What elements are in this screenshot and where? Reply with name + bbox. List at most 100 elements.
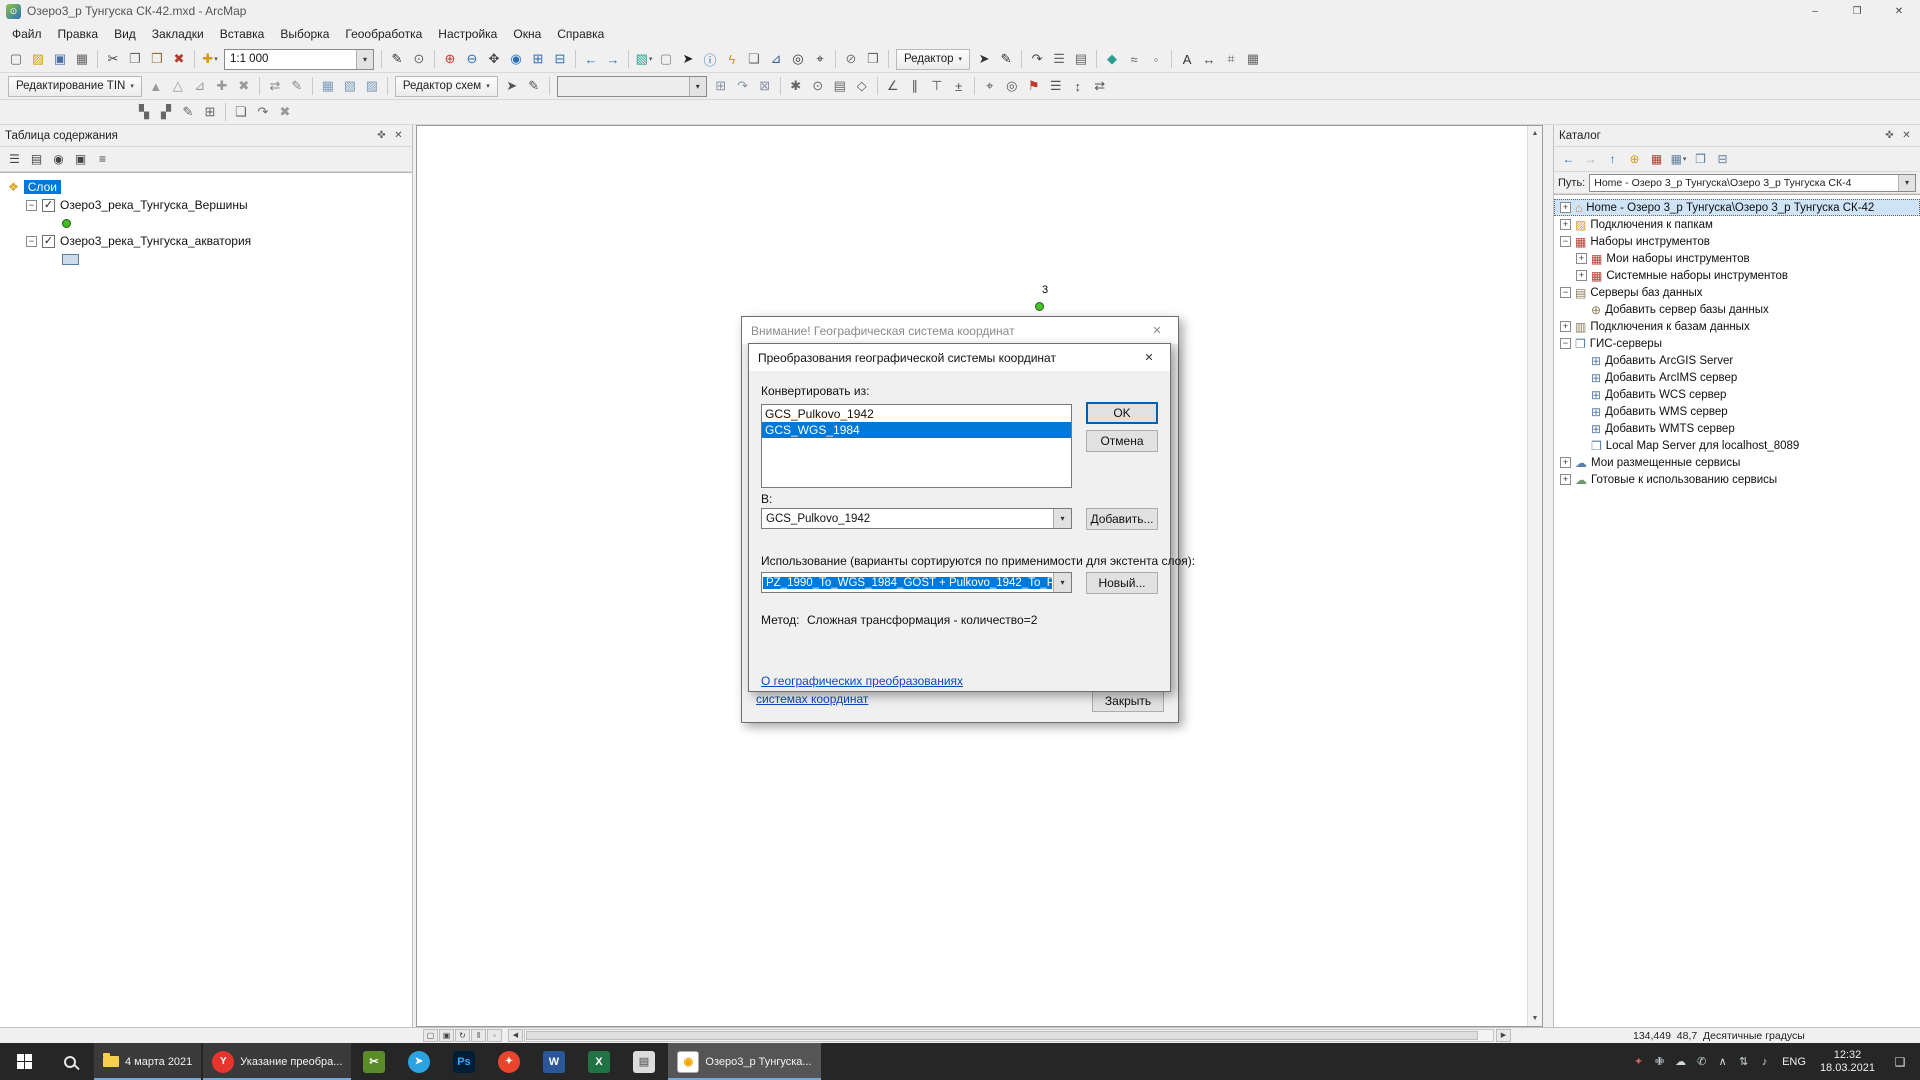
catalog-tree-item[interactable]: +▥Подключения к базам данных <box>1554 318 1920 335</box>
scroll-left-arrow[interactable]: ◀ <box>508 1029 523 1042</box>
catalog-tree-item[interactable]: −▦Наборы инструментов <box>1554 233 1920 250</box>
rotate-tool-icon[interactable]: ↷ <box>1026 48 1048 70</box>
layout-view-button[interactable]: ▣ <box>439 1029 454 1042</box>
list-tool-icon[interactable]: ☰ <box>1045 75 1067 97</box>
pause-labels-button[interactable]: ◦ <box>487 1029 502 1042</box>
list-by-visibility-icon[interactable]: ◉ <box>48 149 69 169</box>
notification-center-icon[interactable]: ❑ <box>1882 1043 1918 1080</box>
catalog-tree-item[interactable]: +☁Мои размещенные сервисы <box>1554 454 1920 471</box>
close-dialog-button[interactable]: Закрыть <box>1092 690 1164 712</box>
grid-view-icon[interactable]: ▦▾ <box>1668 149 1689 169</box>
start-button[interactable] <box>0 1043 48 1080</box>
viewer-window-icon[interactable]: ❒ <box>862 48 884 70</box>
zoom-out-icon[interactable]: ⊖ <box>461 48 483 70</box>
forward-arrow-icon[interactable]: → <box>1580 149 1601 169</box>
time-slider-icon[interactable]: ⊘ <box>840 48 862 70</box>
pan-icon[interactable]: ✥ <box>483 48 505 70</box>
angle-tool-icon[interactable]: ∠ <box>882 75 904 97</box>
about-transformations-link[interactable]: О географических преобразованиях <box>761 674 963 688</box>
legend-symbol[interactable] <box>62 254 79 265</box>
cut-icon[interactable]: ✂ <box>102 48 124 70</box>
tray-antivirus-icon[interactable]: ✦ <box>1628 1043 1649 1080</box>
search-button[interactable] <box>48 1043 92 1080</box>
editor-menu[interactable]: Редактор▾ <box>896 49 970 70</box>
catalog-tree-item[interactable]: +⌂Home - Озеро 3_р Тунгуска\Озеро 3_р Ту… <box>1554 199 1920 216</box>
menu-item[interactable]: Выборка <box>272 25 337 43</box>
sketch-properties-icon[interactable]: ▤ <box>1070 48 1092 70</box>
exchange-tool-icon[interactable]: ⇄ <box>1089 75 1111 97</box>
toc-options-icon[interactable]: ≡ <box>92 149 113 169</box>
tree-view-icon[interactable]: ⊟ <box>1712 149 1733 169</box>
collapse-icon[interactable]: − <box>26 200 37 211</box>
attributes-table-icon[interactable]: ☰ <box>1048 48 1070 70</box>
pencil-small-icon[interactable]: ✎ <box>177 101 199 123</box>
tray-device-icon[interactable]: ✆ <box>1691 1043 1712 1080</box>
catalog-tree-item[interactable]: ⊕Добавить сервер базы данных <box>1554 301 1920 318</box>
map-horizontal-scrollbar[interactable] <box>524 1029 1494 1042</box>
back-arrow-icon[interactable]: ← <box>1558 149 1579 169</box>
schematic-layout-icon[interactable]: ⊞ <box>710 75 732 97</box>
tray-network-icon[interactable]: ⇅ <box>1733 1043 1754 1080</box>
gcs-option[interactable]: GCS_WGS_1984 <box>762 422 1071 438</box>
menu-item[interactable]: Файл <box>4 25 50 43</box>
editor-sketch-icon[interactable]: ✎ <box>386 48 408 70</box>
catalog-tree-item[interactable]: ❒Local Map Server для localhost_8089 <box>1554 437 1920 454</box>
construction-tool-icon[interactable]: ⌗ <box>1220 48 1242 70</box>
trace-tool-icon[interactable]: ≈ <box>1123 48 1145 70</box>
binocular-tool-icon[interactable]: ◎ <box>1001 75 1023 97</box>
list-by-drawing-order-icon[interactable]: ☰ <box>4 149 25 169</box>
print-icon[interactable]: ▦ <box>71 48 93 70</box>
tin-node-icon[interactable]: ▲ <box>145 75 167 97</box>
find-icon[interactable]: ◎ <box>787 48 809 70</box>
clock[interactable]: 12:3218.03.2021 <box>1813 1049 1882 1075</box>
expand-icon[interactable]: + <box>1576 253 1587 264</box>
quad-block-icon[interactable]: ▚ <box>133 101 155 123</box>
word-button[interactable]: W <box>531 1043 576 1080</box>
ok-button[interactable]: OK <box>1086 402 1158 424</box>
copy-icon[interactable]: ❐ <box>124 48 146 70</box>
notes-app-button[interactable]: ▤ <box>621 1043 666 1080</box>
tin-delete-icon[interactable]: ✖ <box>233 75 255 97</box>
close-icon[interactable]: ✕ <box>390 128 407 144</box>
edit-pencil-icon[interactable]: ✎ <box>995 48 1017 70</box>
disk-app-button[interactable]: ✦ <box>486 1043 531 1080</box>
html-popup-icon[interactable]: ❏ <box>743 48 765 70</box>
expand-icon[interactable]: + <box>1560 219 1571 230</box>
measure-icon[interactable]: ⊿ <box>765 48 787 70</box>
expand-icon[interactable]: + <box>1560 474 1571 485</box>
zoom-in-icon[interactable]: ⊕ <box>439 48 461 70</box>
tray-hidden-icons[interactable]: ∧ <box>1712 1043 1733 1080</box>
menu-item[interactable]: Справка <box>549 25 612 43</box>
collapse-icon[interactable]: − <box>1560 338 1571 349</box>
snapping-icon[interactable]: ⊙ <box>408 48 430 70</box>
menu-item[interactable]: Геообработка <box>337 25 430 43</box>
list-by-source-icon[interactable]: ▤ <box>26 149 47 169</box>
scroll-down-arrow[interactable]: ▼ <box>1532 1011 1539 1026</box>
redo-small-icon[interactable]: ↷ <box>252 101 274 123</box>
tray-defender-icon[interactable]: ✙ <box>1649 1043 1670 1080</box>
coordinate-systems-link[interactable]: системах координат <box>756 692 868 706</box>
settings-gear-icon[interactable]: ✱ <box>785 75 807 97</box>
list-by-selection-icon[interactable]: ▣ <box>70 149 91 169</box>
flag-tool-icon[interactable]: ⚑ <box>1023 75 1045 97</box>
language-indicator[interactable]: ENG <box>1775 1056 1813 1068</box>
tin-edge-icon[interactable]: △ <box>167 75 189 97</box>
select-elements-icon[interactable]: ➤ <box>677 48 699 70</box>
data-view-button[interactable]: ▢ <box>423 1029 438 1042</box>
catalog-tree-item[interactable]: ⊞Добавить ArcIMS сервер <box>1554 369 1920 386</box>
chevron-down-icon[interactable]: ▾ <box>1053 509 1071 528</box>
tray-cloud-icon[interactable]: ☁ <box>1670 1043 1691 1080</box>
excel-button[interactable]: X <box>576 1043 621 1080</box>
open-folder-icon[interactable]: ▨ <box>27 48 49 70</box>
tin-editing-menu[interactable]: Редактирование TIN▾ <box>8 76 142 97</box>
vertical-tool-icon[interactable]: ↕ <box>1067 75 1089 97</box>
collapse-icon[interactable]: − <box>1560 287 1571 298</box>
menu-item[interactable]: Окна <box>505 25 549 43</box>
offset-tool-icon[interactable]: ± <box>948 75 970 97</box>
scroll-up-arrow[interactable]: ▲ <box>1532 126 1539 141</box>
layers-stack-icon[interactable]: ▤ <box>829 75 851 97</box>
tin-swap-edge-icon[interactable]: ⇄ <box>264 75 286 97</box>
fixed-zoom-in-icon[interactable]: ⊞ <box>527 48 549 70</box>
menu-item[interactable]: Вид <box>106 25 144 43</box>
catalog-tree-item[interactable]: +☁Готовые к использованию сервисы <box>1554 471 1920 488</box>
